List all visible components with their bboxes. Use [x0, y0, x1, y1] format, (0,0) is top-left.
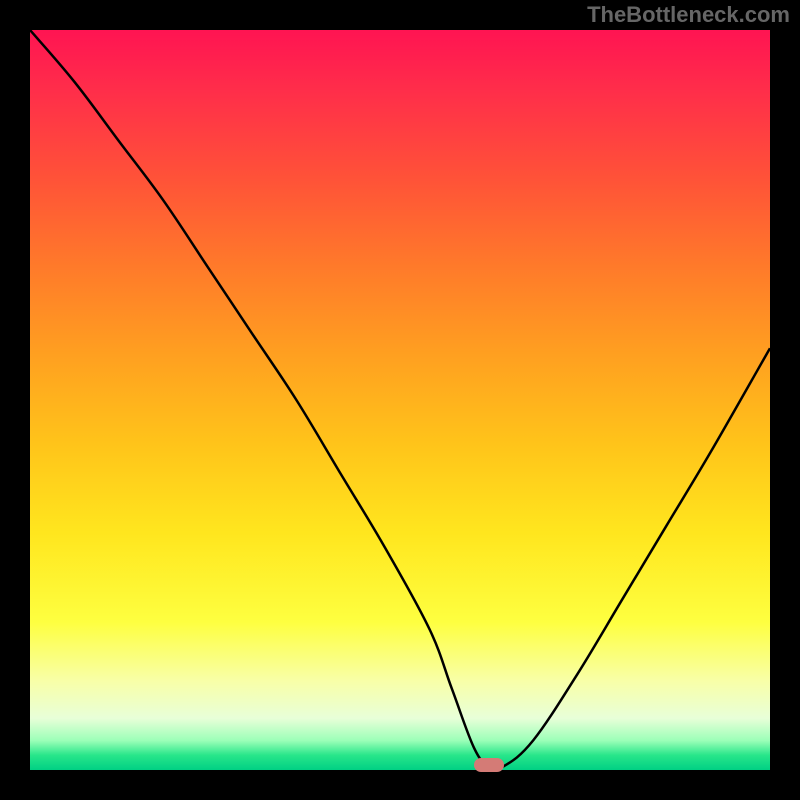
- optimal-point-marker: [474, 758, 504, 772]
- watermark-text: TheBottleneck.com: [587, 2, 790, 28]
- bottleneck-curve-line: [30, 30, 770, 769]
- bottleneck-chart: [30, 30, 770, 770]
